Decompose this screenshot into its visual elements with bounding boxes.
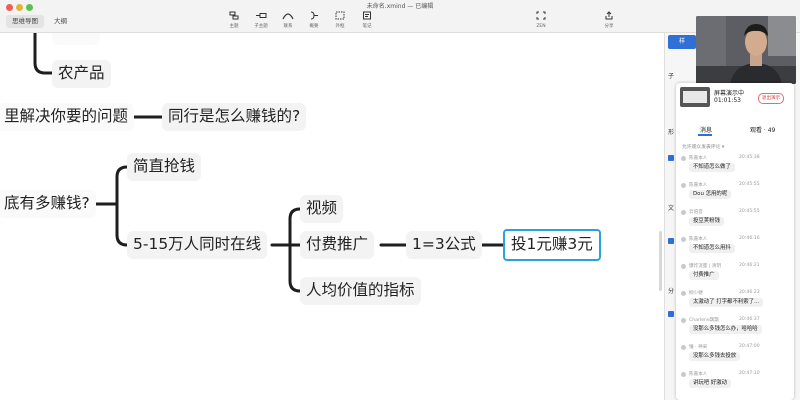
topic-node-value[interactable]: 人均价值的指标 (300, 277, 421, 305)
chat-text: 不知道怎么做了 (689, 163, 735, 172)
chat-time: 20:46:37 (739, 317, 760, 322)
exit-presentation-button[interactable]: 退出演示 (758, 93, 784, 104)
fullscreen-icon (529, 11, 553, 23)
tab-mindmap[interactable]: 思维导图 (6, 15, 44, 28)
relationship-icon (276, 11, 300, 23)
topic-node-solve[interactable]: 里解决你要的问题 (0, 103, 135, 131)
window-title-bar: 未命名.xmind — 已编辑 思维导图 大纲 主题 子主题 联系 概要 外框 (0, 0, 800, 33)
chat-time: 20:45:38 (739, 155, 760, 160)
chat-time: 20:47:00 (739, 344, 760, 349)
panel-checkbox[interactable] (668, 238, 674, 244)
panel-checkbox[interactable] (668, 155, 674, 161)
chat-username: 陈嘉本人 (689, 183, 708, 188)
panel-label-3: 文 (668, 205, 675, 212)
chat-username: 陈嘉本人 (689, 156, 708, 161)
style-tab[interactable]: 样 (668, 35, 696, 49)
chat-username: 爆炸流量 | 清玥 (689, 264, 722, 269)
panel-label-1: 子 (668, 73, 675, 80)
active-tab-indicator (698, 134, 712, 136)
topic-node-peers[interactable]: 同行是怎么赚钱的? (162, 103, 307, 131)
avatar (681, 210, 686, 215)
subtopic-button[interactable]: 子主题 (249, 11, 273, 31)
topic-node-formula[interactable]: 1=3公式 (406, 231, 482, 259)
chat-username: 云倍音 (689, 210, 703, 215)
note-button[interactable]: 笔记 (355, 11, 379, 31)
chat-time: 20:45:55 (739, 209, 760, 214)
chat-text: 讲玩吧 好激动 (689, 379, 732, 388)
panel-label-2: 形 (668, 129, 675, 136)
summary-button[interactable]: 概要 (302, 11, 326, 31)
topic-node-paid[interactable]: 付费推广 (300, 231, 375, 259)
share-button[interactable]: 分享 (597, 11, 621, 31)
chat-time: 20:46:23 (739, 290, 760, 295)
chat-username: 懂 · 神采 (689, 345, 708, 350)
chat-text: 不知道怎么用抖 (689, 244, 735, 253)
avatar (681, 156, 686, 161)
live-stream-panel: 屏幕演示中 01:01:53 退出演示 消息 观看 · 49 允许观众发表评论 … (676, 83, 794, 400)
tab-viewers[interactable]: 观看 · 49 (750, 125, 775, 134)
share-icon (597, 11, 621, 23)
topic-node-simple[interactable]: 简直抢钱 (127, 153, 202, 181)
chat-username: 陈嘉本人 (689, 372, 708, 377)
chat-username: 柳少硬 (689, 291, 703, 296)
chat-time: 20:46:21 (739, 263, 760, 268)
chat-username: 陈嘉本人 (689, 237, 708, 242)
screen-share-thumbnail (680, 87, 710, 107)
live-tabs: 消息 观看 · 49 (676, 123, 794, 137)
chat-text: 太激动了 打字都不利索了… (689, 298, 764, 307)
chat-time: 20:46:16 (739, 236, 760, 241)
topic-icon (222, 11, 246, 23)
chat-time: 20:45:55 (739, 182, 760, 187)
boundary-icon (328, 11, 352, 23)
tab-outline[interactable]: 大纲 (48, 15, 73, 28)
avatar (681, 183, 686, 188)
note-icon (355, 11, 379, 23)
zen-button[interactable]: ZEN (529, 11, 553, 31)
webcam-preview (696, 16, 796, 84)
topic-node-video[interactable]: 视频 (300, 195, 344, 223)
live-status: 屏幕演示中 (714, 90, 745, 97)
avatar (681, 264, 686, 269)
avatar (681, 345, 686, 350)
live-elapsed-time: 01:01:53 (714, 97, 741, 104)
topic-node-agri[interactable]: 农产品 (52, 60, 111, 88)
chat-username: Charlene飘飘 (689, 318, 719, 323)
avatar (681, 291, 686, 296)
vertical-scrollbar[interactable] (659, 231, 662, 291)
topic-node-users[interactable]: 5-15万人同时在线 (127, 231, 268, 259)
chat-text: 没那么多钱怎么办，哈哈哈 (689, 325, 762, 334)
subtopic-icon (249, 11, 273, 23)
avatar (681, 237, 686, 242)
topic-button[interactable]: 主题 (222, 11, 246, 31)
relationship-button[interactable]: 联系 (276, 11, 300, 31)
boundary-button[interactable]: 外框 (328, 11, 352, 31)
topic-node-partial[interactable] (52, 33, 100, 45)
chat-time: 20:47:10 (739, 371, 760, 376)
mindmap-canvas[interactable]: 农产品 里解决你要的问题 同行是怎么赚钱的? 底有多赚钱? 简直抢钱 5-15万… (0, 33, 664, 400)
avatar (681, 318, 686, 323)
summary-icon (302, 11, 326, 23)
presenter-video-image (696, 16, 796, 84)
avatar (681, 372, 686, 377)
panel-checkbox[interactable] (668, 311, 674, 317)
chat-text: 付费推广 (689, 271, 719, 280)
chat-text: 没那么多钱去投放 (689, 352, 741, 361)
topic-node-invest-selected[interactable]: 投1元赚3元 (503, 229, 601, 261)
tab-messages[interactable]: 消息 (700, 125, 712, 134)
chat-text: 投豆荚粉钱 (689, 217, 724, 226)
topic-node-money[interactable]: 底有多赚钱? (0, 190, 96, 218)
comment-setting-dropdown[interactable]: 允许观众发表评论 ▾ (682, 143, 724, 150)
chat-text: Dou 怎用的呢 (689, 190, 732, 199)
window-title: 未命名.xmind — 已编辑 (366, 3, 434, 10)
panel-label-4: 分 (668, 288, 675, 295)
